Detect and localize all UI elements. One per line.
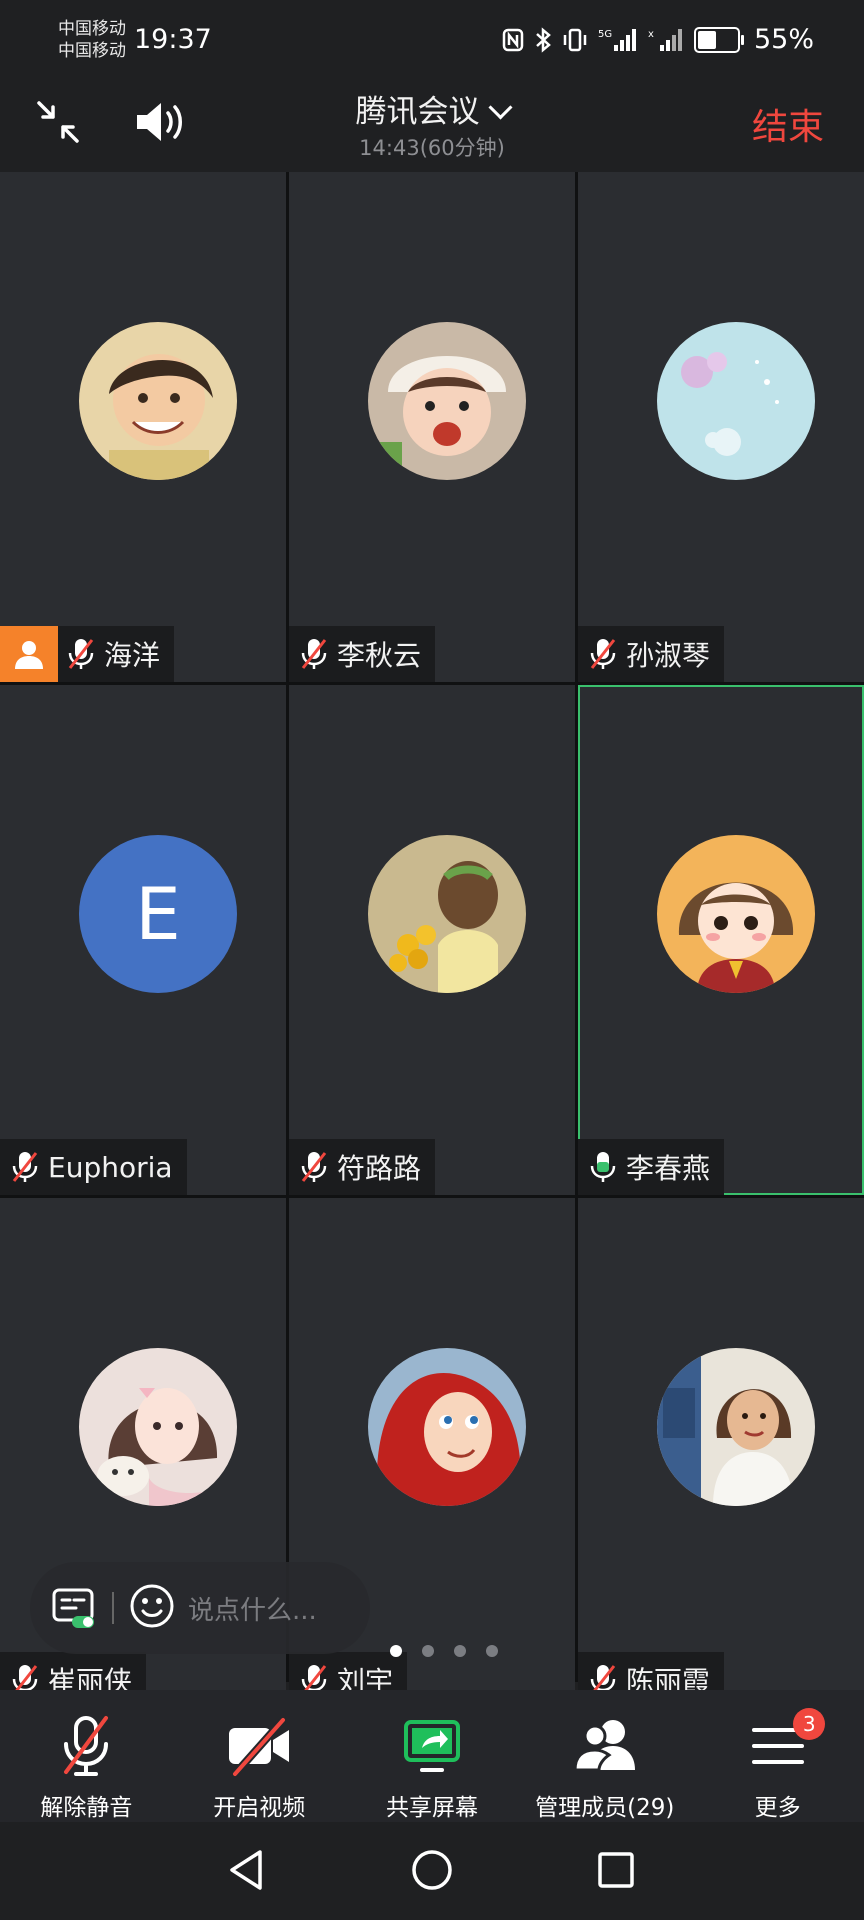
- participant-name: 李秋云: [337, 639, 422, 672]
- manage-members-button[interactable]: 管理成员(29): [518, 1690, 691, 1822]
- carrier-2: 中国移动: [58, 41, 126, 61]
- mic-active-icon: [590, 1152, 616, 1182]
- svg-text:5G: 5G: [598, 29, 612, 40]
- mic-muted-icon: [590, 639, 616, 669]
- page-dot[interactable]: [454, 1645, 466, 1657]
- participant-tile[interactable]: 符路路: [289, 685, 575, 1195]
- members-icon: [573, 1720, 635, 1772]
- avatar: [79, 322, 237, 480]
- meeting-duration: 14:43(60分钟): [359, 136, 505, 160]
- start-video-label: 开启视频: [213, 1795, 306, 1821]
- system-icons: 5G x 55%: [502, 24, 814, 55]
- subtitle-toggle-button[interactable]: [50, 1584, 98, 1632]
- meeting-toolbar: 解除静音 开启视频 共享屏幕 管理成员(29) 3 更多: [0, 1690, 864, 1822]
- avatar: [368, 835, 526, 993]
- share-screen-label: 共享屏幕: [385, 1795, 478, 1821]
- participant-tile-speaking[interactable]: 李春燕: [578, 685, 864, 1195]
- participant-label: 孙淑琴: [578, 626, 725, 682]
- svg-text:x: x: [648, 29, 654, 40]
- meeting-title-text: 腾讯会议: [355, 94, 480, 130]
- unmute-label: 解除静音: [40, 1795, 133, 1821]
- video-off-icon: [229, 1717, 290, 1777]
- participant-name: 符路路: [337, 1152, 422, 1185]
- share-screen-icon: [403, 1720, 460, 1772]
- unmute-button[interactable]: 解除静音: [0, 1690, 173, 1822]
- battery-icon: [693, 26, 744, 53]
- participant-label: 符路路: [289, 1139, 436, 1195]
- participant-label: Euphoria: [0, 1139, 187, 1195]
- chat-placeholder: 说点什么...: [188, 1595, 317, 1626]
- signal-icon: x: [648, 27, 684, 53]
- mic-muted-icon: [301, 1152, 327, 1182]
- participant-name: 海洋: [104, 639, 161, 672]
- more-button[interactable]: 3 更多: [691, 1690, 864, 1822]
- mic-muted-icon: [68, 639, 94, 669]
- recents-button[interactable]: [596, 1848, 636, 1896]
- carrier-labels: 中国移动 中国移动: [58, 18, 126, 62]
- status-bar: 中国移动 中国移动 19:37 5G x 55%: [0, 0, 864, 84]
- avatar: [368, 322, 526, 480]
- vibrate-icon: [562, 27, 588, 53]
- meeting-title[interactable]: 腾讯会议: [0, 86, 864, 131]
- divider: [112, 1592, 114, 1624]
- carrier-1: 中国移动: [58, 19, 126, 39]
- battery-percent: 55%: [753, 24, 814, 55]
- participant-label: 李秋云: [289, 626, 436, 682]
- clock: 19:37: [134, 24, 212, 55]
- nfc-icon: [502, 28, 524, 52]
- start-video-button[interactable]: 开启视频: [173, 1690, 346, 1822]
- caption-icon: [52, 1588, 94, 1628]
- participant-label: 海洋: [0, 626, 175, 682]
- participant-tile[interactable]: 海洋: [0, 172, 286, 682]
- avatar: [657, 835, 815, 993]
- avatar: [657, 1348, 815, 1506]
- participant-tile[interactable]: 孙淑琴: [578, 172, 864, 682]
- chat-input-pill[interactable]: 说点什么...: [30, 1562, 370, 1654]
- avatar: [657, 322, 815, 480]
- participant-label: 李春燕: [578, 1139, 725, 1195]
- mic-muted-icon: [12, 1152, 38, 1182]
- avatar-letter: E: [135, 872, 181, 956]
- more-label: 更多: [754, 1795, 801, 1821]
- page-indicator[interactable]: [390, 1645, 498, 1657]
- participant-tile[interactable]: E Euphoria: [0, 685, 286, 1195]
- participant-tile[interactable]: 李秋云: [289, 172, 575, 682]
- bluetooth-icon: [534, 26, 552, 53]
- host-badge: [0, 626, 58, 682]
- participant-name: 李春燕: [626, 1152, 711, 1185]
- home-button[interactable]: [410, 1848, 454, 1896]
- smiley-icon: [130, 1584, 174, 1628]
- participant-name: Euphoria: [48, 1150, 173, 1184]
- participant-grid: 海洋 李秋云 孙淑琴 E Euphoria 符路路 李春燕 崔丽侠 刘宇 陈丽霞: [0, 172, 864, 1708]
- page-dot[interactable]: [486, 1645, 498, 1657]
- share-screen-button[interactable]: 共享屏幕: [346, 1690, 519, 1822]
- meeting-header: 腾讯会议 14:43(60分钟) 结束: [0, 84, 864, 172]
- end-meeting-button[interactable]: 结束: [752, 98, 824, 150]
- host-icon: [15, 641, 43, 669]
- participant-name: 孙淑琴: [626, 639, 711, 672]
- participant-tile[interactable]: 陈丽霞: [578, 1198, 864, 1708]
- emoji-button[interactable]: [128, 1582, 176, 1634]
- page-dot[interactable]: [422, 1645, 434, 1657]
- avatar: [79, 1348, 237, 1506]
- chevron-down-icon: [487, 95, 513, 120]
- back-button[interactable]: [226, 1848, 266, 1896]
- notification-badge: 3: [793, 1708, 826, 1740]
- system-navigation-bar: [0, 1822, 864, 1920]
- mic-muted-icon: [64, 1716, 109, 1776]
- manage-members-label: 管理成员(29): [535, 1795, 675, 1821]
- back-triangle-icon: [230, 1850, 262, 1890]
- avatar: [368, 1348, 526, 1506]
- avatar: E: [79, 835, 237, 993]
- recents-square-icon: [598, 1852, 634, 1888]
- signal-5g-icon: 5G: [598, 27, 638, 53]
- mic-muted-icon: [301, 639, 327, 669]
- page-dot-active[interactable]: [390, 1645, 402, 1657]
- home-circle-icon: [412, 1850, 452, 1890]
